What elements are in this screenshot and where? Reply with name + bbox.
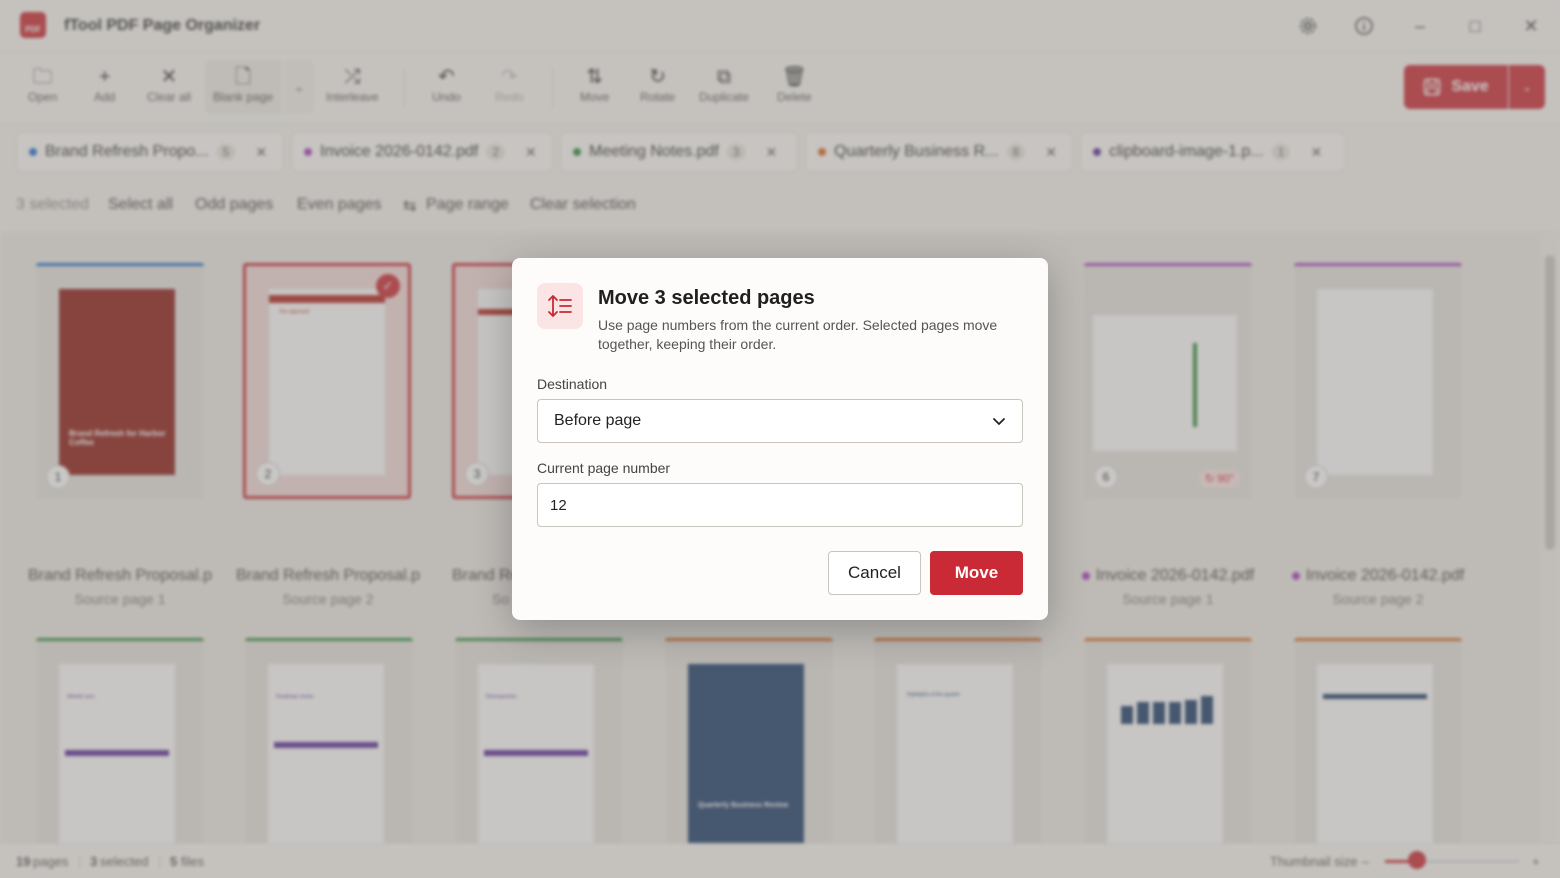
destination-label: Destination xyxy=(537,376,608,392)
move-pages-dialog: Move 3 selected pages Use page numbers f… xyxy=(512,258,1048,620)
destination-value: Before page xyxy=(554,412,642,429)
page-number-label: Current page number xyxy=(537,460,671,476)
destination-select[interactable]: Before page xyxy=(537,399,1023,443)
move-confirm-button[interactable]: Move xyxy=(930,551,1023,595)
dialog-description: Use page numbers from the current order.… xyxy=(598,317,998,352)
dialog-title: Move 3 selected pages xyxy=(598,287,815,309)
move-icon xyxy=(537,283,583,329)
page-number-input[interactable] xyxy=(537,483,1023,527)
chevron-down-icon xyxy=(993,418,1005,425)
cancel-button[interactable]: Cancel xyxy=(828,551,921,595)
